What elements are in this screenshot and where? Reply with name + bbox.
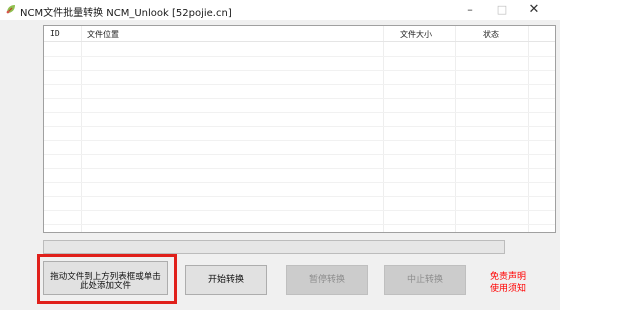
- row-divider: [44, 168, 555, 169]
- row-divider: [44, 126, 555, 127]
- minimize-button[interactable]: –: [454, 0, 486, 20]
- app-window: NCM文件批量转换 NCM_Unlook [52pojie.cn] – □ ✕ …: [0, 0, 560, 310]
- pause-convert-button[interactable]: 暂停转换: [286, 265, 368, 295]
- row-divider: [44, 224, 555, 225]
- row-divider: [44, 182, 555, 183]
- column-header-status[interactable]: 状态: [483, 29, 499, 40]
- add-files-button[interactable]: 拖动文件到上方列表框或单击 此处添加文件: [43, 261, 168, 295]
- add-files-label-line2: 此处添加文件: [79, 281, 131, 291]
- column-header-path[interactable]: 文件位置: [87, 29, 119, 40]
- column-header-size[interactable]: 文件大小: [400, 29, 432, 40]
- start-convert-button[interactable]: 开始转换: [185, 265, 267, 295]
- row-divider: [44, 196, 555, 197]
- row-divider: [44, 84, 555, 85]
- row-divider: [44, 56, 555, 57]
- app-leaf-icon: [5, 4, 16, 15]
- usage-notice-link[interactable]: 使用须知: [490, 281, 526, 294]
- conversion-progress-bar: [43, 240, 505, 254]
- row-divider: [44, 140, 555, 141]
- maximize-button[interactable]: □: [486, 0, 518, 20]
- column-header-id[interactable]: ID: [50, 29, 60, 38]
- row-divider: [44, 98, 555, 99]
- window-title: NCM文件批量转换 NCM_Unlook [52pojie.cn]: [20, 8, 232, 19]
- row-divider: [44, 70, 555, 71]
- title-bar[interactable]: NCM文件批量转换 NCM_Unlook [52pojie.cn] – □ ✕: [0, 0, 560, 20]
- stop-convert-button[interactable]: 中止转换: [384, 265, 466, 295]
- file-list[interactable]: ID 文件位置 文件大小 状态: [43, 25, 556, 233]
- row-divider: [44, 210, 555, 211]
- list-header: ID 文件位置 文件大小 状态: [44, 26, 555, 42]
- row-divider: [44, 154, 555, 155]
- close-button[interactable]: ✕: [518, 0, 550, 20]
- row-divider: [44, 112, 555, 113]
